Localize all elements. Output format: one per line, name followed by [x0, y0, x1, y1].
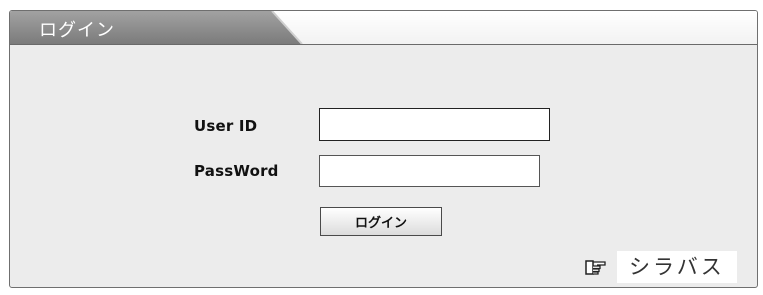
- page-title: ログイン: [39, 20, 115, 41]
- syllabus-label: シラバス: [617, 251, 737, 283]
- panel-header: ログイン: [10, 11, 757, 45]
- password-input[interactable]: [319, 155, 540, 187]
- pointing-hand-icon: [585, 258, 607, 276]
- login-button[interactable]: ログイン: [320, 207, 442, 236]
- syllabus-link[interactable]: シラバス: [585, 251, 737, 283]
- password-label: PassWord: [194, 162, 279, 180]
- header-tab: ログイン: [10, 11, 310, 44]
- login-form: User ID PassWord ログイン シラバス: [10, 45, 757, 287]
- user-id-input[interactable]: [319, 108, 550, 141]
- user-id-label: User ID: [194, 117, 258, 135]
- login-panel: ログイン User ID PassWord ログイン シラバス: [9, 10, 758, 288]
